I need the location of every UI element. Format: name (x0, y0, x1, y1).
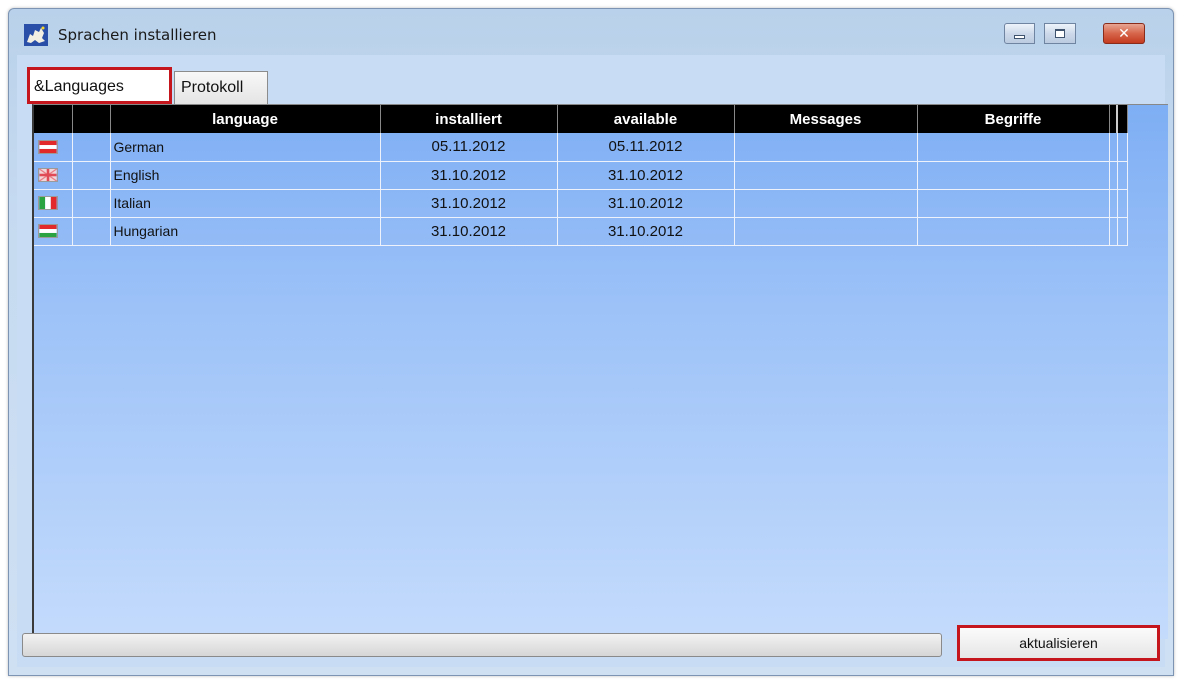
flag-cell (34, 217, 73, 246)
begriffe-cell[interactable] (917, 189, 1110, 218)
spacer-cell (1109, 161, 1118, 190)
minimize-icon (1014, 34, 1025, 39)
window-title: Sprachen installieren (58, 26, 217, 44)
language-cell[interactable]: Hungarian (110, 217, 381, 246)
flag-cell (34, 161, 73, 190)
tab-languages[interactable]: &Languages (27, 67, 172, 104)
title-bar[interactable]: Sprachen installieren ✕ (9, 9, 1173, 57)
flag-cell (34, 189, 73, 218)
end-cell (1117, 133, 1128, 162)
column-header-begriffe[interactable]: Begriffe (917, 105, 1110, 133)
close-button[interactable]: ✕ (1103, 23, 1145, 44)
table-row[interactable]: German 05.11.2012 05.11.2012 (34, 133, 1128, 162)
column-header-language[interactable]: language (110, 105, 381, 133)
blank-cell (72, 161, 111, 190)
available-cell[interactable]: 31.10.2012 (557, 161, 735, 190)
end-cell (1117, 217, 1128, 246)
column-header-messages[interactable]: Messages (734, 105, 918, 133)
austria-flag-icon (38, 139, 58, 154)
column-header-spacer[interactable] (1109, 105, 1118, 133)
messages-cell[interactable] (734, 217, 918, 246)
hungary-flag-icon (38, 224, 58, 238)
spacer-cell (1109, 189, 1118, 218)
column-header-available[interactable]: available (557, 105, 735, 133)
flag-cell (34, 133, 73, 162)
available-cell[interactable]: 31.10.2012 (557, 189, 735, 218)
languages-grid-panel: language installiert available Messages … (32, 104, 1168, 639)
language-cell[interactable]: German (110, 133, 381, 162)
begriffe-cell[interactable] (917, 217, 1110, 246)
table-row[interactable]: Italian 31.10.2012 31.10.2012 (34, 189, 1128, 218)
available-cell[interactable]: 05.11.2012 (557, 133, 735, 162)
update-button[interactable]: aktualisieren (957, 625, 1160, 661)
spacer-cell (1109, 217, 1118, 246)
maximize-icon (1055, 29, 1065, 38)
table-header-row: language installiert available Messages … (34, 105, 1128, 133)
italy-flag-icon (38, 196, 58, 210)
table-row[interactable]: Hungarian 31.10.2012 31.10.2012 (34, 217, 1128, 246)
europe-map-icon (24, 24, 48, 46)
begriffe-cell[interactable] (917, 161, 1110, 190)
minimize-button[interactable] (1004, 23, 1035, 44)
table-row[interactable]: English 31.10.2012 31.10.2012 (34, 161, 1128, 190)
installiert-cell[interactable]: 31.10.2012 (380, 217, 558, 246)
uk-flag-icon (38, 168, 58, 182)
blank-cell (72, 189, 111, 218)
column-header-blank[interactable] (72, 105, 111, 133)
available-cell[interactable]: 31.10.2012 (557, 217, 735, 246)
blank-cell (72, 217, 111, 246)
blank-cell (72, 133, 111, 162)
end-cell (1117, 189, 1128, 218)
messages-cell[interactable] (734, 133, 918, 162)
column-header-flag[interactable] (34, 105, 73, 133)
installiert-cell[interactable]: 05.11.2012 (380, 133, 558, 162)
installiert-cell[interactable]: 31.10.2012 (380, 189, 558, 218)
progress-bar (22, 633, 942, 657)
column-header-end (1117, 105, 1128, 133)
column-header-installiert[interactable]: installiert (380, 105, 558, 133)
client-area: &Languages Protokoll language installier… (17, 55, 1168, 667)
language-install-window: Sprachen installieren ✕ &Languages Proto… (8, 8, 1174, 676)
messages-cell[interactable] (734, 161, 918, 190)
languages-table: language installiert available Messages … (34, 105, 1128, 246)
language-cell[interactable]: Italian (110, 189, 381, 218)
end-cell (1117, 161, 1128, 190)
messages-cell[interactable] (734, 189, 918, 218)
spacer-cell (1109, 133, 1118, 162)
begriffe-cell[interactable] (917, 133, 1110, 162)
maximize-button[interactable] (1044, 23, 1076, 44)
tab-protokoll[interactable]: Protokoll (174, 71, 268, 104)
language-cell[interactable]: English (110, 161, 381, 190)
installiert-cell[interactable]: 31.10.2012 (380, 161, 558, 190)
close-icon: ✕ (1118, 25, 1130, 42)
